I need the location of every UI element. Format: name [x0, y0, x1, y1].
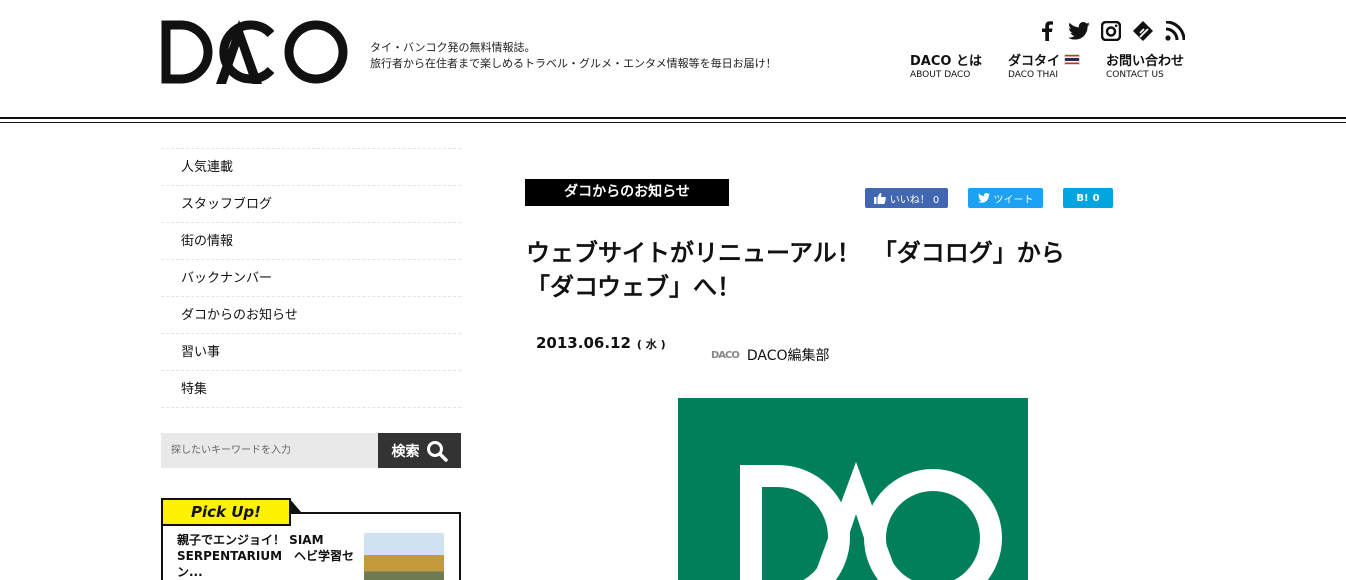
rss-icon[interactable]: [1164, 20, 1186, 42]
search-button[interactable]: 検索: [378, 433, 461, 468]
sidebar: 人気連載 スタッフブログ 街の情報 バックナンバー ダコからのお知らせ 習い事 …: [161, 148, 461, 580]
instagram-icon[interactable]: [1100, 20, 1122, 42]
pickup-item-title[interactable]: 親子でエンジョイ！ SIAM SERPENTARIUM ヘビ学習セン...: [177, 532, 357, 580]
article-date-value: 2013.06.12: [536, 334, 631, 352]
article-title-line-1: ウェブサイトがリニューアル！ 「ダコログ」から: [526, 239, 1065, 267]
nav-about[interactable]: DACO とは ABOUT DACO: [910, 50, 982, 80]
sidebar-item-news[interactable]: ダコからのお知らせ: [161, 297, 461, 334]
tweet-button[interactable]: ツイート: [968, 188, 1043, 208]
social-links: [1036, 20, 1186, 42]
nav-daco-thai-label: ダコタイ: [1007, 54, 1060, 69]
daco-logo[interactable]: [161, 20, 351, 84]
article-title: ウェブサイトがリニューアル！ 「ダコログ」から 「ダコウェブ」へ！: [526, 236, 1146, 304]
search-button-label: 検索: [391, 443, 420, 460]
nav-about-sub: ABOUT DACO: [910, 70, 971, 80]
facebook-like-label: いいね！ 0: [889, 194, 940, 206]
author-logo: DACO: [711, 349, 740, 361]
sidebar-item-popular[interactable]: 人気連載: [161, 149, 461, 186]
sidebar-menu: 人気連載 スタッフブログ 街の情報 バックナンバー ダコからのお知らせ 習い事 …: [161, 148, 461, 408]
nav-contact-sub: CONTACT US: [1106, 70, 1164, 80]
nav-contact[interactable]: お問い合わせ CONTACT US: [1106, 50, 1184, 80]
facebook-like-button[interactable]: いいね！ 0: [865, 188, 948, 208]
header-divider-thin: [0, 122, 1346, 123]
hatena-bookmark-button[interactable]: B! 0: [1063, 188, 1113, 208]
sidebar-item-features[interactable]: 特集: [161, 371, 461, 408]
nav-about-label: DACO とは: [910, 54, 982, 69]
sidebar-item-staff-blog[interactable]: スタッフブログ: [161, 186, 461, 223]
site-tagline: タイ・バンコク発の無料情報誌。 旅行者から在住者まで楽しめるトラベル・グルメ・エ…: [370, 40, 777, 72]
sidebar-item-city-info[interactable]: 街の情報: [161, 223, 461, 260]
tweet-label: ツイート: [993, 194, 1034, 206]
article-author[interactable]: DACO DACO編集部: [711, 345, 830, 365]
category-label[interactable]: ダコからのお知らせ: [525, 179, 729, 206]
thai-flag-icon: [1064, 54, 1080, 65]
tagline-line-2: 旅行者から在住者まで楽しめるトラベル・グルメ・エンタメ情報等を毎日お届け！: [370, 57, 777, 70]
sidebar-item-back-number[interactable]: バックナンバー: [161, 260, 461, 297]
twitter-bird-icon: [977, 193, 990, 203]
feedly-icon[interactable]: [1132, 20, 1154, 42]
nav-daco-thai-sub: DACO THAI: [1007, 70, 1059, 80]
pickup-thumbnail[interactable]: [364, 533, 444, 580]
tagline-line-1: タイ・バンコク発の無料情報誌。: [370, 41, 536, 54]
facebook-icon[interactable]: [1036, 20, 1058, 42]
hatena-count: 0: [1092, 192, 1100, 204]
nav-contact-label: お問い合わせ: [1106, 54, 1185, 69]
hatena-bookmark-icon: B!: [1076, 192, 1089, 204]
article-date: 2013.06.12 ( 水 ): [536, 334, 666, 352]
thumbs-up-icon: [873, 192, 886, 204]
sidebar-item-lessons[interactable]: 習い事: [161, 334, 461, 371]
pickup-tab-fold: [289, 498, 301, 512]
site-header: タイ・バンコク発の無料情報誌。 旅行者から在住者まで楽しめるトラベル・グルメ・エ…: [0, 0, 1346, 118]
search-form: 検索: [161, 433, 461, 468]
pickup-label: Pick Up!: [161, 498, 291, 526]
search-icon: [426, 440, 448, 462]
nav-daco-thai[interactable]: ダコタイ DACO THAI: [1008, 50, 1080, 80]
search-input[interactable]: [161, 433, 378, 468]
pickup-section: Pick Up! 親子でエンジョイ！ SIAM SERPENTARIUM ヘビ学…: [161, 498, 461, 580]
article-weekday: ( 水 ): [636, 338, 666, 351]
article-title-line-2: 「ダコウェブ」へ！: [526, 273, 742, 301]
article-hero-image: [678, 398, 1028, 580]
header-divider-thick: [0, 117, 1346, 119]
twitter-icon[interactable]: [1068, 20, 1090, 42]
top-navigation: DACO とは ABOUT DACO ダコタイ DACO THAI お問い合わせ…: [910, 50, 1210, 80]
daco-logo-image: [740, 462, 1002, 580]
author-name: DACO編集部: [746, 348, 830, 364]
